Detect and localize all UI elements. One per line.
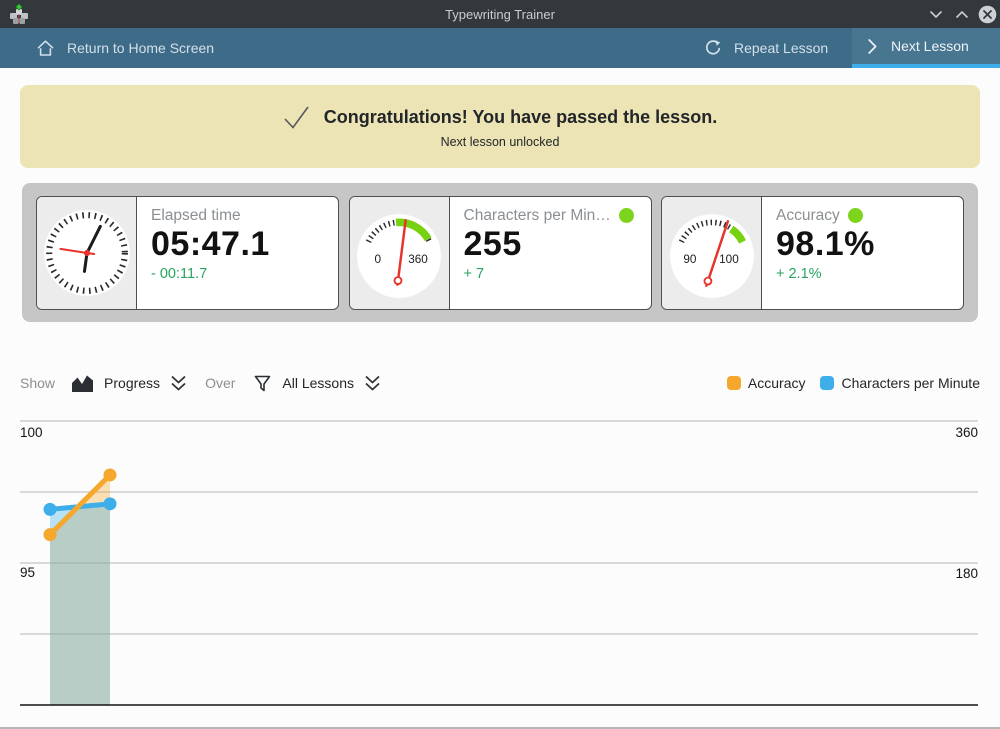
right-axis-tick-top: 360 <box>955 425 978 440</box>
chevron-right-icon <box>868 39 877 54</box>
status-badge <box>619 208 634 223</box>
lessons-filter-dropdown[interactable]: All Lessons <box>253 374 381 393</box>
gauge-max-label: 100 <box>719 253 739 266</box>
banner-title: Congratulations! You have passed the les… <box>324 107 717 128</box>
cpm-legend-label: Characters per Minute <box>841 375 980 391</box>
stats-panel: Elapsed time 05:47.1 - 00:11.7 0 360 <box>22 183 978 322</box>
repeat-lesson-label: Repeat Lesson <box>734 40 828 56</box>
home-icon <box>36 39 55 57</box>
chevron-down-icon <box>929 10 943 19</box>
close-button[interactable] <box>976 3 998 25</box>
left-axis-tick-top: 100 <box>20 425 43 440</box>
stat-delta: + 7 <box>464 266 639 282</box>
graph-type-dropdown[interactable]: Progress <box>71 374 187 393</box>
accuracy-gauge-icon: 90 100 <box>666 207 758 299</box>
stat-label: Elapsed time <box>151 207 241 225</box>
window-title: Typewriting Trainer <box>0 0 1000 28</box>
next-lesson-button[interactable]: Next Lesson <box>852 28 1000 68</box>
show-label: Show <box>20 375 55 391</box>
navbar: Return to Home Screen Repeat Lesson Next… <box>0 28 1000 68</box>
accuracy-card: 90 100 Accuracy 98.1% + 2.1% <box>661 196 964 310</box>
stat-value: 05:47.1 <box>151 225 326 264</box>
refresh-icon <box>704 39 722 57</box>
gauge-min-label: 0 <box>374 253 381 266</box>
filter-icon <box>253 374 272 393</box>
maximize-button[interactable] <box>951 3 973 25</box>
return-home-label: Return to Home Screen <box>67 40 214 56</box>
chevron-double-down-icon <box>364 374 381 392</box>
banner-subtitle: Next lesson unlocked <box>441 135 560 149</box>
elapsed-time-card: Elapsed time 05:47.1 - 00:11.7 <box>36 196 339 310</box>
left-axis-tick-mid: 95 <box>20 565 35 580</box>
stat-label: Accuracy <box>776 207 840 225</box>
cpm-legend-swatch <box>820 376 834 390</box>
success-banner: Congratulations! You have passed the les… <box>20 85 980 168</box>
over-label: Over <box>205 375 235 391</box>
app-window: Typewriting Trainer Return to Home Scre <box>0 0 1000 729</box>
repeat-lesson-button[interactable]: Repeat Lesson <box>704 28 828 68</box>
speed-gauge-icon: 0 360 <box>353 207 445 299</box>
area-chart-icon <box>71 374 94 393</box>
chart-controls: Show Progress Over All Lessons <box>20 368 381 398</box>
check-icon <box>283 105 310 130</box>
close-icon <box>978 5 997 24</box>
status-badge <box>848 208 863 223</box>
chevron-double-down-icon <box>170 374 187 392</box>
stat-value: 255 <box>464 225 639 264</box>
titlebar: Typewriting Trainer <box>0 0 1000 28</box>
return-home-button[interactable]: Return to Home Screen <box>36 28 214 68</box>
accuracy-legend-label: Accuracy <box>748 375 806 391</box>
graph-type-value: Progress <box>104 375 160 391</box>
stat-delta: + 2.1% <box>776 266 951 282</box>
elapsed-time-icon-box <box>37 197 137 309</box>
characters-per-minute-card: 0 360 Characters per Min… 255 + 7 <box>349 196 652 310</box>
gauge-max-label: 360 <box>408 253 428 266</box>
cpm-icon-box: 0 360 <box>350 197 450 309</box>
gauge-min-label: 90 <box>683 253 697 266</box>
minimize-button[interactable] <box>925 3 947 25</box>
stat-label: Characters per Min… <box>464 207 611 225</box>
lessons-filter-value: All Lessons <box>282 375 354 391</box>
chart-legend: Accuracy Characters per Minute <box>727 368 980 398</box>
stat-delta: - 00:11.7 <box>151 266 326 282</box>
accuracy-icon-box: 90 100 <box>662 197 762 309</box>
accuracy-legend-swatch <box>727 376 741 390</box>
right-axis-tick-mid: 180 <box>955 566 978 581</box>
next-lesson-label: Next Lesson <box>891 38 969 54</box>
chevron-up-icon <box>955 10 969 19</box>
stat-value: 98.1% <box>776 225 951 264</box>
clock-icon <box>41 207 133 299</box>
